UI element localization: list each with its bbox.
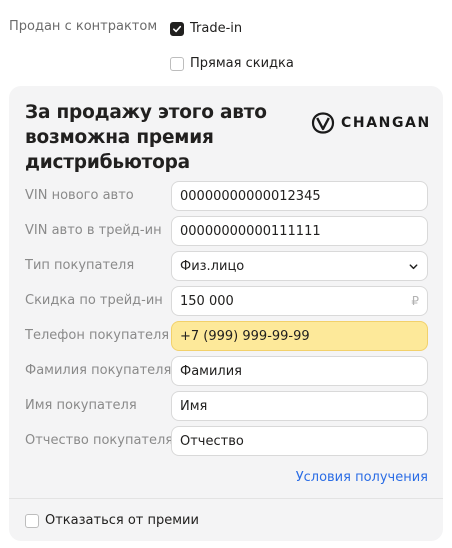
- bonus-title: За продажу этого авто возможна премия ди…: [25, 102, 267, 173]
- phone-input[interactable]: +7 (999) 999-99-99: [171, 321, 428, 351]
- changan-logo: CHANGAN: [311, 112, 431, 134]
- buyer-type-label: Тип покупателя: [25, 258, 135, 273]
- phone-label: Телефон покупателя: [25, 328, 170, 343]
- last-name-input[interactable]: Фамилия: [171, 356, 428, 386]
- checkbox-box[interactable]: [25, 513, 39, 528]
- ruble-sign: ₽: [411, 294, 419, 308]
- checkmark-icon[interactable]: [170, 21, 184, 36]
- direct-discount-label: Прямая скидка: [190, 56, 294, 71]
- vin-trade-value: 00000000000111111: [180, 223, 321, 239]
- first-name-value: Имя: [180, 398, 208, 414]
- middle-name-label: Отчество покупателя: [25, 433, 174, 448]
- distributor-bonus-card: За продажу этого авто возможна премия ди…: [9, 86, 443, 541]
- trade-discount-label: Скидка по трейд-ин: [25, 293, 163, 308]
- direct-discount-checkbox[interactable]: Прямая скидка: [170, 56, 294, 71]
- middle-name-value: Отчество: [180, 433, 244, 449]
- conditions-link[interactable]: Условия получения: [296, 470, 428, 485]
- brand-name: CHANGAN: [341, 115, 431, 131]
- checkbox-box[interactable]: [170, 56, 184, 71]
- sold-with-contract-label: Продан с контрактом: [9, 19, 158, 34]
- phone-value: +7 (999) 999-99-99: [180, 328, 310, 344]
- buyer-type-value: Физ.лицо: [180, 258, 245, 274]
- vin-trade-input[interactable]: 00000000000111111: [171, 216, 428, 246]
- first-name-input[interactable]: Имя: [171, 391, 428, 421]
- trade-in-label: Trade-in: [190, 21, 243, 36]
- last-name-value: Фамилия: [180, 363, 242, 379]
- vin-new-value: 00000000000012345: [180, 188, 321, 204]
- buyer-type-select[interactable]: Физ.лицо: [171, 251, 428, 281]
- divider: [9, 498, 443, 499]
- first-name-label: Имя покупателя: [25, 398, 137, 413]
- trade-in-checkbox[interactable]: Trade-in: [170, 21, 242, 36]
- chevron-down-icon: [408, 261, 419, 272]
- middle-name-input[interactable]: Отчество: [171, 426, 428, 456]
- last-name-label: Фамилия покупателя: [25, 363, 172, 378]
- vin-trade-label: VIN авто в трейд-ин: [25, 223, 162, 238]
- changan-emblem-icon: [311, 112, 335, 134]
- vin-new-label: VIN нового авто: [25, 188, 134, 203]
- decline-bonus-label: Отказаться от премии: [45, 513, 199, 528]
- trade-discount-value: 150 000: [180, 293, 234, 309]
- decline-bonus-checkbox[interactable]: Отказаться от премии: [25, 513, 199, 528]
- trade-discount-input[interactable]: 150 000 ₽: [171, 286, 428, 316]
- vin-new-input[interactable]: 00000000000012345: [171, 181, 428, 211]
